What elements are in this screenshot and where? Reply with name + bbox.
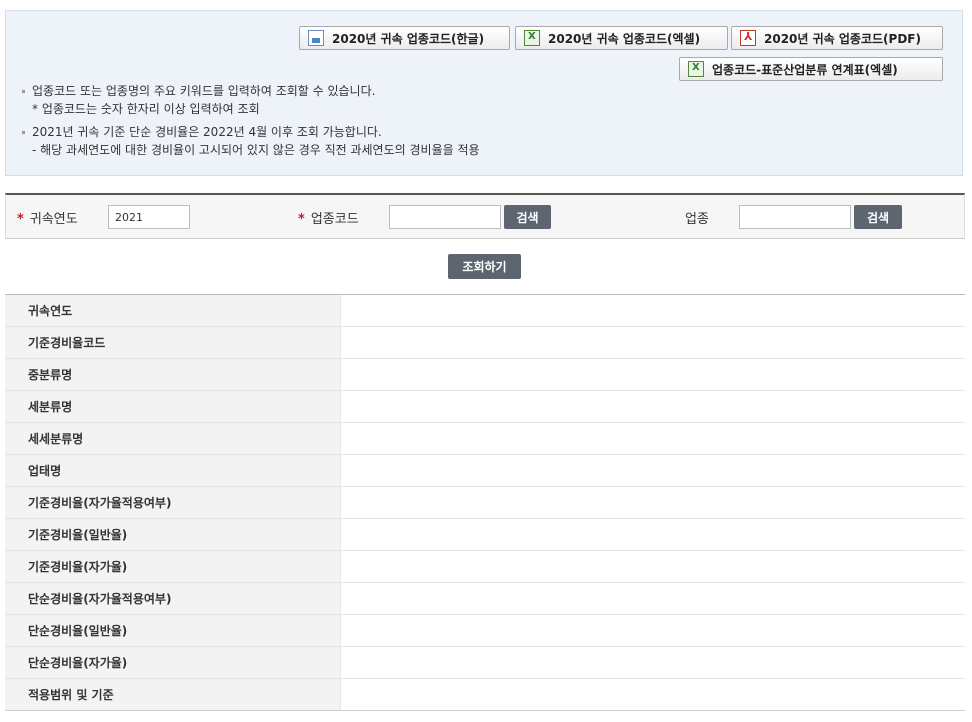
row-value	[339, 326, 965, 359]
year-input[interactable]	[108, 205, 190, 229]
download-pdf-button[interactable]: 2020년 귀속 업종코드(PDF)	[731, 26, 943, 50]
table-row: 귀속연도	[5, 294, 965, 327]
required-mark: *	[298, 212, 305, 227]
row-header: 업태명	[5, 454, 340, 487]
table-row: 중분류명	[5, 358, 965, 391]
row-value	[339, 454, 965, 487]
row-header: 단순경비율(자가율)	[5, 646, 340, 679]
row-value	[339, 486, 965, 519]
row-header: 적용범위 및 기준	[5, 678, 340, 711]
row-header: 기준경비율(자가율적용여부)	[5, 486, 340, 519]
table-row: 기준경비율(일반율)	[5, 518, 965, 551]
search-form: * 귀속연도 * 업종코드 검색 업종 검색	[5, 193, 965, 239]
submit-query-button[interactable]: 조회하기	[448, 254, 521, 279]
table-row: 적용범위 및 기준	[5, 678, 965, 711]
row-header: 단순경비율(자가율적용여부)	[5, 582, 340, 615]
table-row: 단순경비율(일반율)	[5, 614, 965, 647]
download-hwp-label: 2020년 귀속 업종코드(한글)	[332, 31, 485, 46]
required-mark: *	[17, 212, 24, 227]
row-header: 세분류명	[5, 390, 340, 423]
row-header: 기준경비율(일반율)	[5, 518, 340, 551]
code-label-text: 업종코드	[310, 212, 359, 227]
row-value	[339, 358, 965, 391]
row-value	[339, 550, 965, 583]
guide-notes: 업종코드 또는 업종명의 주요 키워드를 입력하여 조회할 수 있습니다. * …	[22, 82, 480, 159]
table-row: 세분류명	[5, 390, 965, 423]
row-value	[339, 678, 965, 711]
row-value	[339, 390, 965, 423]
row-header: 귀속연도	[5, 294, 340, 327]
row-header: 세세분류명	[5, 422, 340, 455]
download-pdf-label: 2020년 귀속 업종코드(PDF)	[764, 31, 921, 46]
industry-search-button[interactable]: 검색	[854, 205, 902, 229]
download-excel-label: 2020년 귀속 업종코드(엑셀)	[548, 31, 701, 46]
hwp-file-icon	[308, 30, 324, 46]
year-label-text: 귀속연도	[29, 212, 78, 227]
code-search-button[interactable]: 검색	[504, 205, 551, 229]
industry-input[interactable]	[739, 205, 851, 229]
note-keyword: 업종코드 또는 업종명의 주요 키워드를 입력하여 조회할 수 있습니다.	[22, 82, 480, 100]
row-value	[339, 294, 965, 327]
row-header: 중분류명	[5, 358, 340, 391]
note-keyword-sub: * 업종코드는 숫자 한자리 이상 입력하여 조회	[32, 102, 260, 116]
row-value	[339, 518, 965, 551]
note-rate-availability: 2021년 귀속 기준 단순 경비율은 2022년 4월 이후 조회 가능합니다…	[22, 123, 480, 141]
table-row: 기준경비율(자가율적용여부)	[5, 486, 965, 519]
table-row: 기준경비율(자가율)	[5, 550, 965, 583]
excel-file-icon	[688, 61, 704, 77]
download-mapping-excel-button[interactable]: 업종코드-표준산업분류 연계표(엑셀)	[679, 57, 943, 81]
table-row: 세세분류명	[5, 422, 965, 455]
pdf-file-icon	[740, 30, 756, 46]
download-excel-button[interactable]: 2020년 귀속 업종코드(엑셀)	[515, 26, 728, 50]
code-input[interactable]	[389, 205, 501, 229]
industry-label: 업종	[685, 212, 709, 227]
result-table: 귀속연도 기준경비율코드 중분류명 세분류명 세세분류명 업태명 기준경비율(자가율적용여부…	[5, 294, 965, 711]
table-row: 기준경비율코드	[5, 326, 965, 359]
code-label: * 업종코드	[298, 208, 359, 227]
row-value	[339, 582, 965, 615]
download-mapping-label: 업종코드-표준산업분류 연계표(엑셀)	[712, 62, 898, 77]
note-rate-availability-sub: - 해당 과세연도에 대한 경비율이 고시되어 있지 않은 경우 직전 과세연도…	[32, 143, 480, 157]
row-header: 기준경비율(자가율)	[5, 550, 340, 583]
row-value	[339, 614, 965, 647]
table-row: 단순경비율(자가율)	[5, 646, 965, 679]
row-header: 기준경비율코드	[5, 326, 340, 359]
excel-file-icon	[524, 30, 540, 46]
row-value	[339, 646, 965, 679]
row-value	[339, 422, 965, 455]
table-row: 단순경비율(자가율적용여부)	[5, 582, 965, 615]
year-label: * 귀속연도	[17, 208, 78, 227]
row-header: 단순경비율(일반율)	[5, 614, 340, 647]
table-row: 업태명	[5, 454, 965, 487]
download-hwp-button[interactable]: 2020년 귀속 업종코드(한글)	[299, 26, 510, 50]
